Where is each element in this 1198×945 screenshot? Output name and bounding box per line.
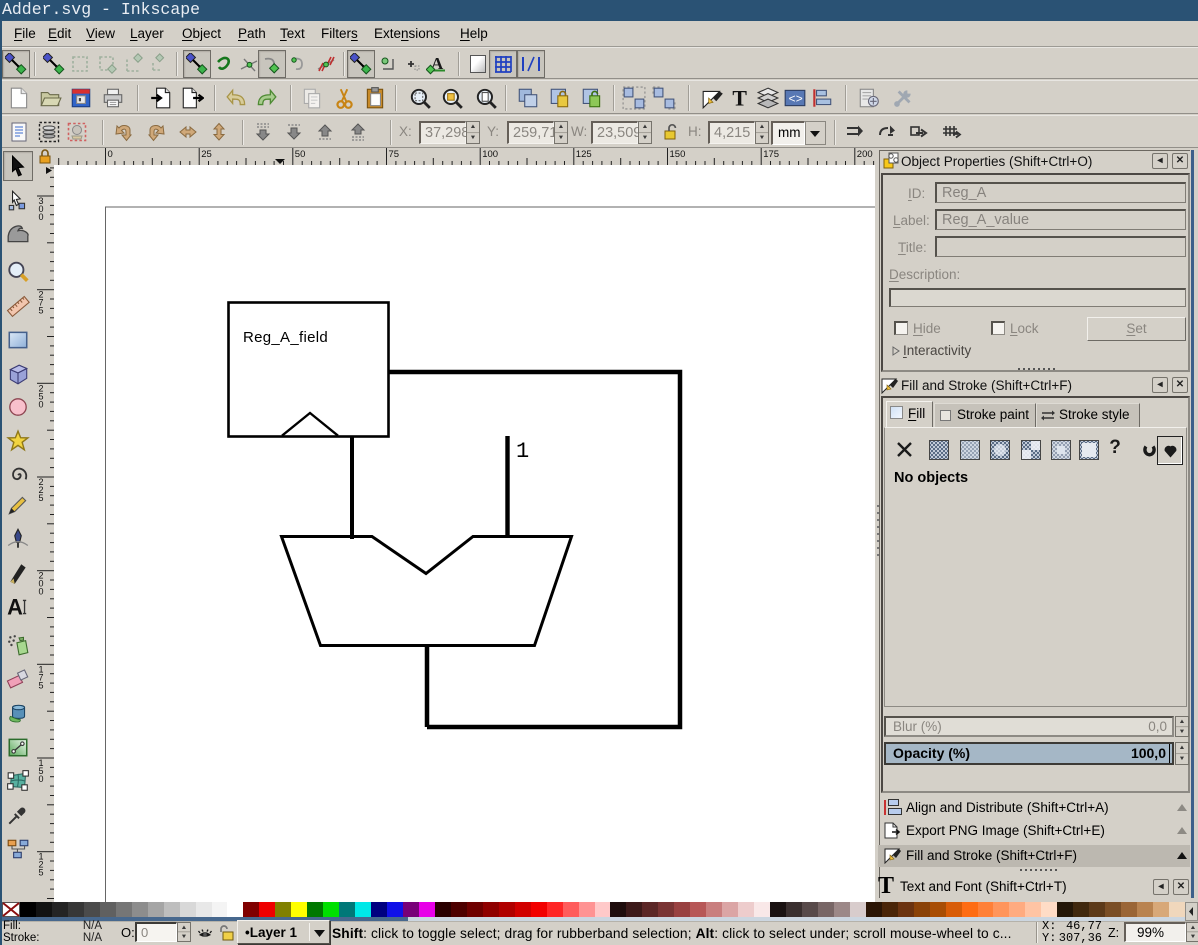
svg-text:0: 0 xyxy=(39,399,44,409)
svg-text:5: 5 xyxy=(39,680,44,690)
svg-text:5: 5 xyxy=(39,868,44,878)
svg-text:0: 0 xyxy=(39,212,44,222)
svg-text:100: 100 xyxy=(482,149,498,160)
svg-text:T: T xyxy=(732,87,747,110)
svg-text:0: 0 xyxy=(39,774,44,784)
svg-text:150: 150 xyxy=(670,149,686,160)
svg-text:5: 5 xyxy=(39,306,44,316)
svg-text:A: A xyxy=(7,595,23,619)
svg-text:200: 200 xyxy=(857,149,873,160)
svg-text:1: 1 xyxy=(516,439,529,464)
svg-text:125: 125 xyxy=(576,149,592,160)
svg-text:25: 25 xyxy=(201,149,212,160)
svg-text:<>: <> xyxy=(788,92,802,106)
svg-text:175: 175 xyxy=(763,149,779,160)
svg-text:50: 50 xyxy=(295,149,306,160)
svg-text:Reg_A_field: Reg_A_field xyxy=(243,329,328,346)
svg-text:0: 0 xyxy=(108,149,113,160)
svg-text:75: 75 xyxy=(389,149,400,160)
svg-text:0: 0 xyxy=(39,587,44,597)
svg-text:5: 5 xyxy=(39,493,44,503)
